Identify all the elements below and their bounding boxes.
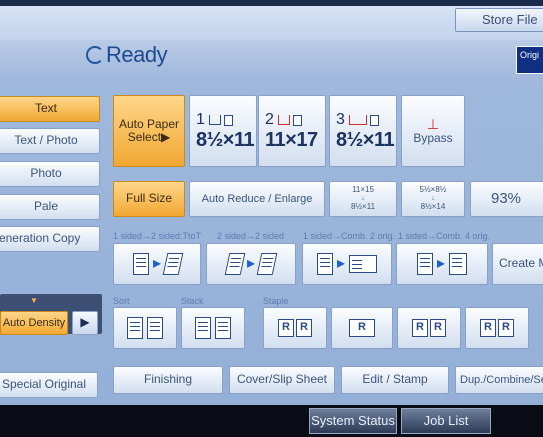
auto-paper-select-button[interactable]: Auto Paper Select▶ [113, 95, 185, 167]
staple-r-icon: R [498, 319, 514, 337]
tray-icon [208, 115, 221, 125]
arrow-icon: ▸ [336, 255, 346, 273]
stack-button[interactable] [181, 307, 245, 349]
sort-label: Sort [113, 296, 130, 306]
copier-screen: Store File Ready Origi Text Text / Photo… [0, 0, 543, 405]
arrow-icon: ▸ [436, 255, 446, 273]
staple-r-icon: R [296, 319, 312, 337]
finishing-tab[interactable]: Finishing [113, 366, 223, 394]
page-stack-icon [195, 317, 211, 339]
preset-bottom: 8½×14 [420, 201, 446, 211]
top-edge [0, 0, 543, 6]
page-stack-icon [127, 317, 143, 339]
tray-number: 1 [196, 111, 205, 129]
preset-top: 5½×8½ [419, 185, 447, 195]
job-list-button[interactable]: Job List [401, 408, 491, 434]
system-status-button[interactable]: System Status [309, 408, 397, 434]
store-file-button[interactable]: Store File [455, 8, 543, 32]
staple-r-icon: R [430, 319, 446, 337]
tray-number: 3 [336, 111, 345, 129]
arrow-icon: ▸ [152, 255, 162, 273]
tray-number: 2 [265, 111, 274, 129]
page-icon [349, 255, 378, 273]
ratio-preset-1-button[interactable]: 11×15 ↓ 8½×11 [329, 181, 397, 217]
staple-r-icon: R [480, 319, 496, 337]
ratio-preset-2-button[interactable]: 5½×8½ ↓ 8½×14 [401, 181, 465, 217]
page-stack-icon [215, 317, 231, 339]
mode-photo[interactable]: Photo [0, 161, 100, 187]
paper-icon [369, 114, 379, 126]
page-icon [162, 253, 184, 275]
bypass-label: Bypass [413, 131, 453, 146]
staple-label: Staple [263, 296, 289, 306]
duplex-label-4: 1 sided→Comb. 4 orig. [398, 231, 491, 241]
duplex-1to2-button[interactable]: ▸ [113, 243, 201, 285]
page-icon [449, 253, 468, 275]
page-icon [224, 253, 246, 275]
mode-text-photo[interactable]: Text / Photo [0, 128, 100, 154]
combine-2-button[interactable]: ▸ [302, 243, 392, 285]
arrow-icon: ▸ [246, 255, 256, 273]
staple-top-left-button[interactable]: RR [263, 307, 327, 349]
auto-density-button[interactable]: Auto Density [0, 311, 68, 335]
tray-1-button[interactable]: 1 8½×11 [189, 95, 257, 167]
paper-icon [223, 114, 233, 126]
special-original-button[interactable]: Special Original [0, 372, 98, 398]
cover-slip-sheet-tab[interactable]: Cover/Slip Sheet [229, 366, 335, 394]
tray-paper-size: 8½×11 [336, 128, 395, 151]
duplex-label-3: 1 sided→Comb. 2 orig. [303, 231, 396, 241]
auto-reduce-enlarge-button[interactable]: Auto Reduce / Enlarge [189, 181, 325, 217]
staple-center-button[interactable]: R [331, 307, 393, 349]
bypass-button[interactable]: ⊥ Bypass [401, 95, 465, 167]
mode-pale[interactable]: Pale [0, 194, 100, 220]
page-icon [316, 253, 333, 275]
bypass-icon: ⊥ [426, 115, 440, 132]
tray-2-button[interactable]: 2 11×17 [258, 95, 326, 167]
mode-generation-copy[interactable]: Generation Copy [0, 226, 100, 252]
staple-double-button[interactable]: RR [465, 307, 529, 349]
duplex-label-2: 2 sided→2 sided [217, 231, 285, 241]
duplex-label-1: 1 sided→2 sided:TtoT [113, 231, 202, 241]
sort-button[interactable] [113, 307, 177, 349]
create-margin-button[interactable]: Create M [492, 243, 543, 285]
density-right-arrow[interactable]: ▶ [72, 311, 98, 335]
page-icon [132, 253, 149, 275]
staple-r-icon: R [412, 319, 428, 337]
combine-4-button[interactable]: ▸ [396, 243, 488, 285]
staple-r-icon: R [349, 319, 375, 337]
mode-text[interactable]: Text [0, 96, 100, 122]
page-stack-icon [147, 317, 163, 339]
tray-paper-size: 8½×11 [196, 128, 255, 151]
paper-icon [292, 114, 302, 126]
tray-3-button[interactable]: 3 8½×11 [329, 95, 397, 167]
preset-top: 11×15 [352, 185, 374, 195]
page-icon [256, 253, 278, 275]
page-icon [416, 253, 433, 275]
stack-label: Stack [181, 296, 204, 306]
ready-icon [86, 46, 104, 64]
dup-combine-series-tab[interactable]: Dup./Combine/Se [455, 366, 543, 394]
original-indicator: Origi [516, 46, 543, 74]
tray-paper-size: 11×17 [265, 128, 318, 151]
status-text: Ready [106, 42, 168, 67]
duplex-2to2-button[interactable]: ▸ [206, 243, 296, 285]
edit-stamp-tab[interactable]: Edit / Stamp [341, 366, 449, 394]
preset-bottom: 8½×11 [350, 201, 376, 211]
ratio-percent-button[interactable]: 93% [470, 181, 543, 217]
density-marker-icon: ▼ [30, 296, 38, 305]
tray-empty-icon [277, 115, 290, 125]
staple-r-icon: R [278, 319, 294, 337]
tray-empty-icon [348, 115, 367, 125]
staple-left-button[interactable]: RR [397, 307, 461, 349]
full-size-button[interactable]: Full Size [113, 181, 185, 217]
